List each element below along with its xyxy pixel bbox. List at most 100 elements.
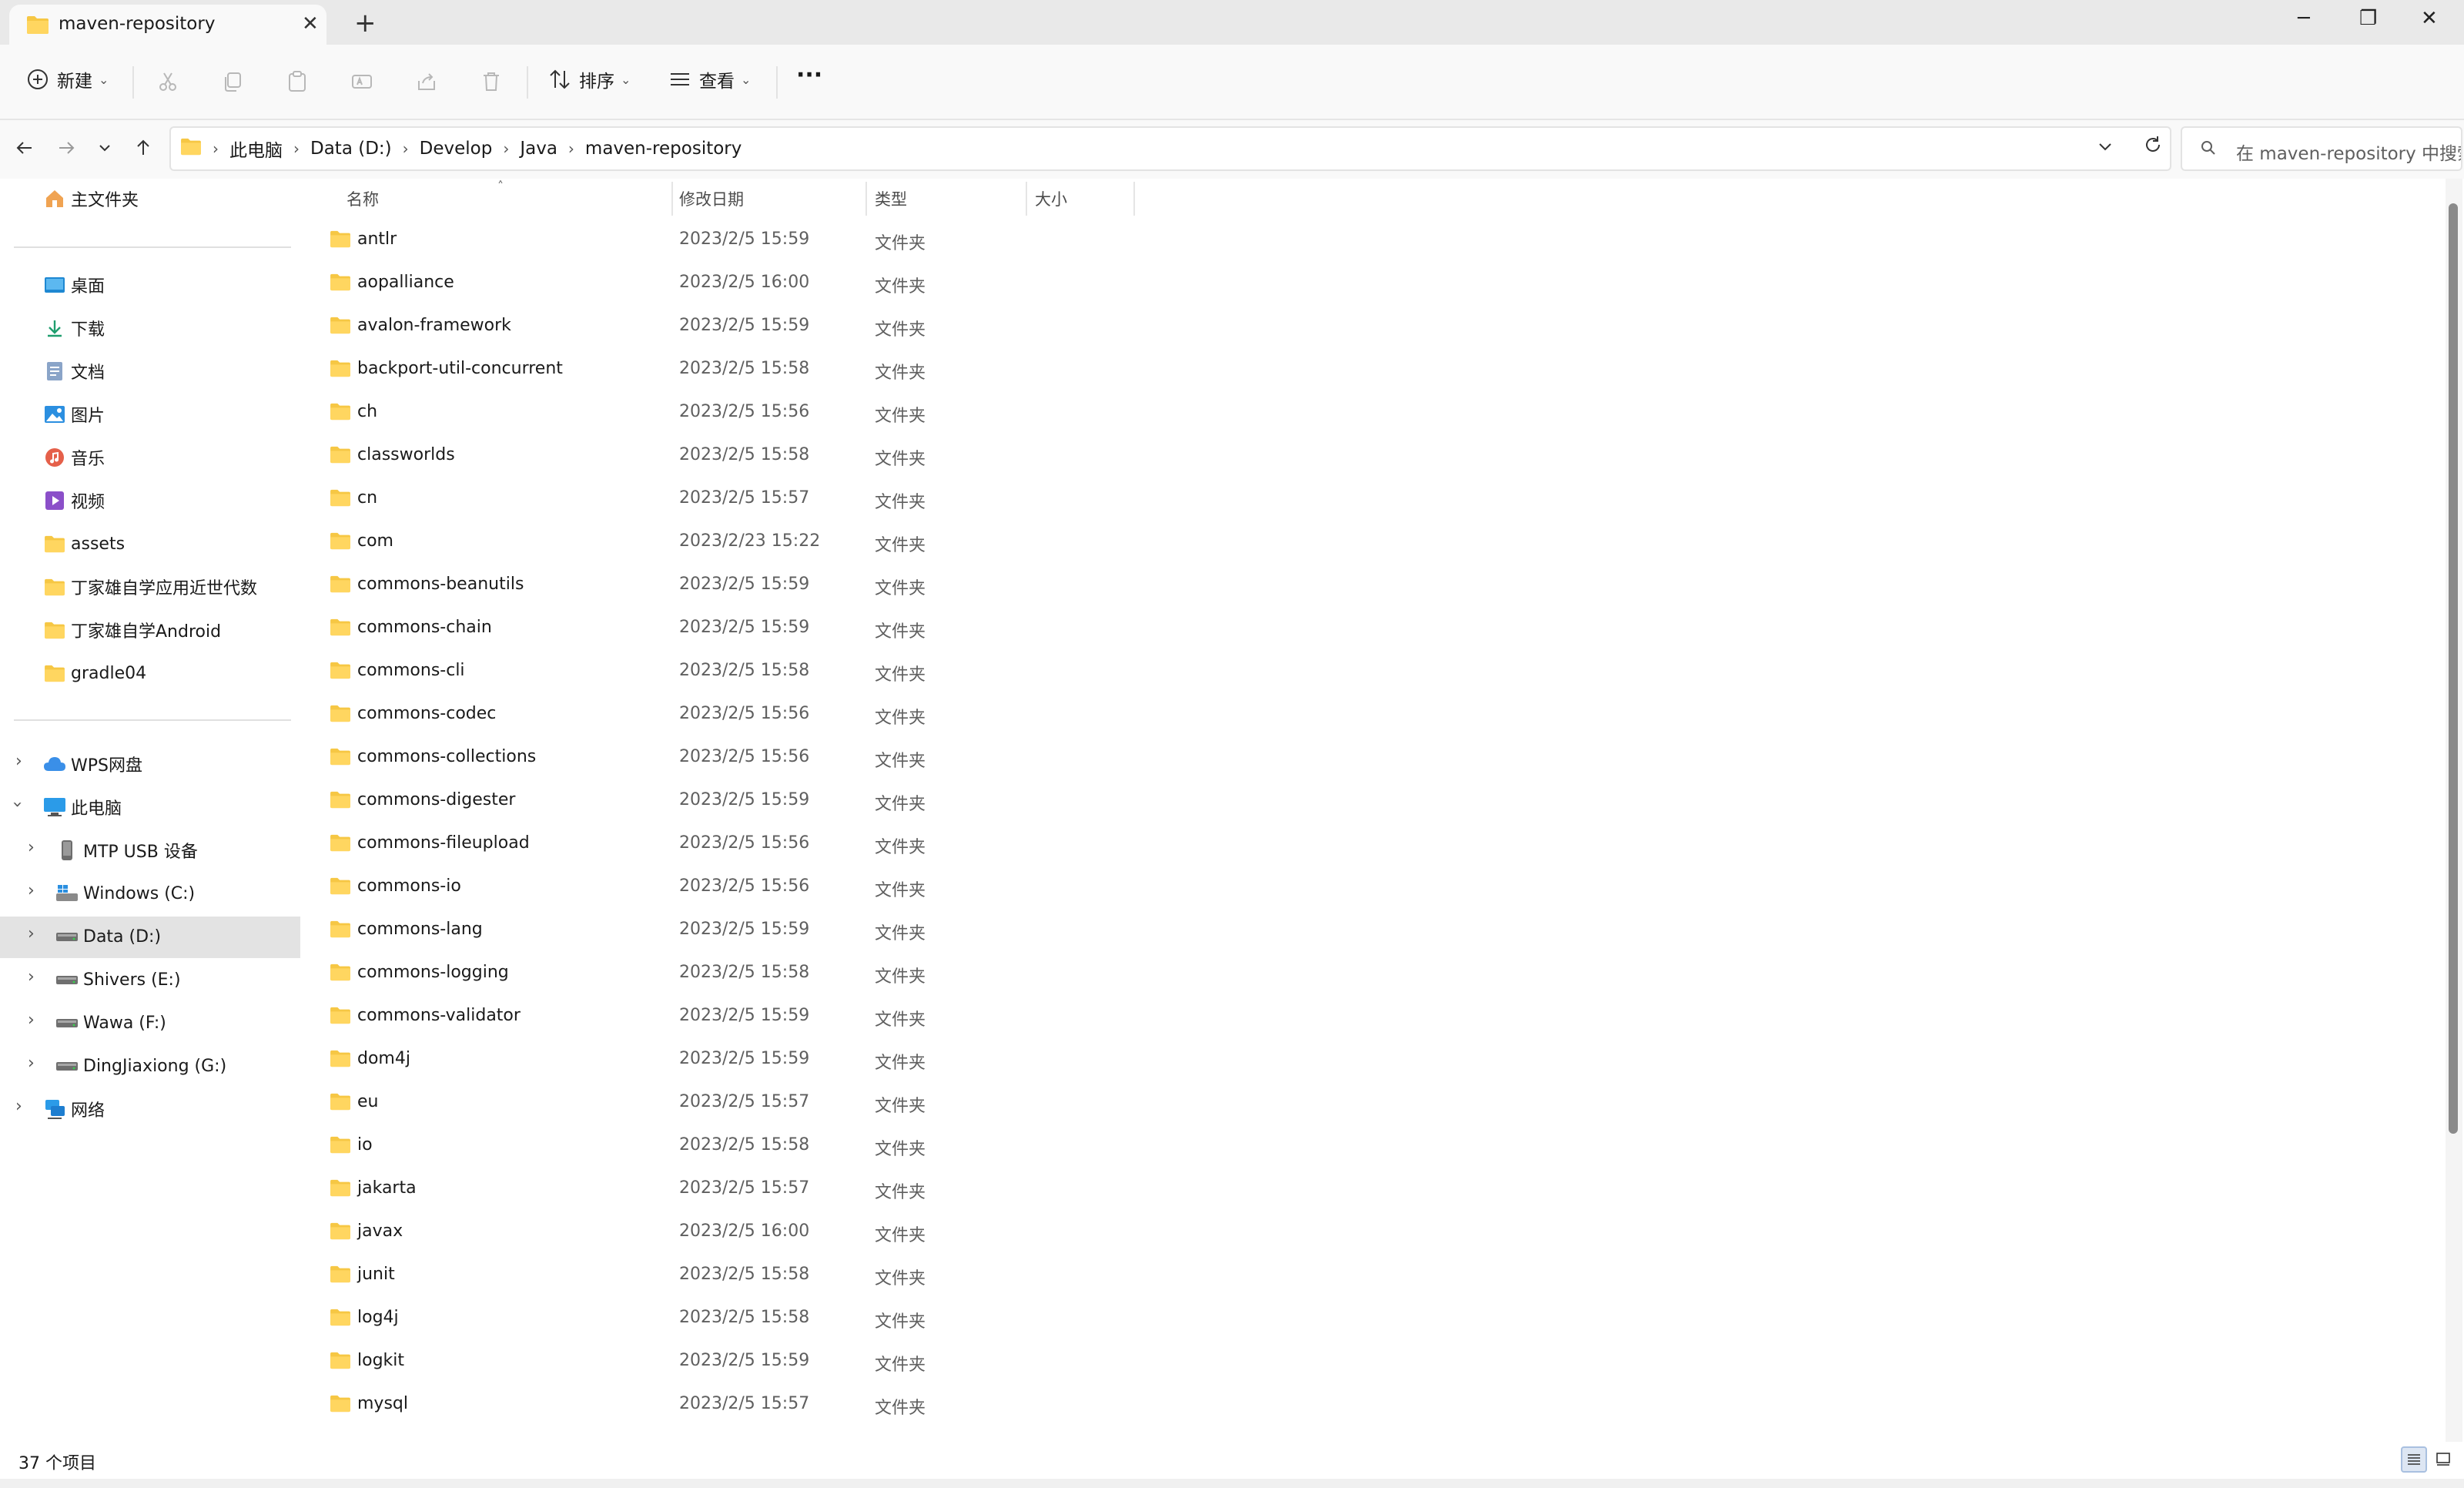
file-name[interactable]: commons-beanutils [357, 575, 524, 594]
expand-chevron-icon[interactable]: › [15, 752, 22, 771]
sidebar-item-dingjiaxiong-g[interactable]: DingJiaxiong (G:) [55, 1046, 226, 1086]
column-header-size[interactable]: 大小 [1035, 179, 1067, 219]
recent-locations-button[interactable] [91, 134, 119, 162]
table-row[interactable]: com 2023/2/23 15:22 文件夹 [303, 521, 1120, 564]
table-row[interactable]: commons-fileupload 2023/2/5 15:56 文件夹 [303, 823, 1120, 866]
file-name[interactable]: commons-collections [357, 747, 536, 766]
tab-maven-repository[interactable]: maven-repository ✕ [9, 5, 326, 45]
expand-chevron-icon[interactable]: › [28, 924, 35, 943]
expand-chevron-icon[interactable]: › [15, 1097, 22, 1116]
sidebar-item-gradle04[interactable]: gradle04 [43, 653, 146, 693]
sidebar-item-folder[interactable]: 丁家雄自学应用近世代数 [43, 567, 257, 607]
table-row[interactable]: backport-util-concurrent 2023/2/5 15:58 文件… [303, 348, 1120, 391]
table-row[interactable]: commons-io 2023/2/5 15:56 文件夹 [303, 866, 1120, 909]
breadcrumb-data-drive[interactable]: Data (D:) [310, 139, 392, 159]
sidebar-item-shivers-e[interactable]: Shivers (E:) [55, 960, 181, 1000]
file-name[interactable]: avalon-framework [357, 316, 511, 335]
file-name[interactable]: cn [357, 488, 377, 508]
file-name[interactable]: backport-util-concurrent [357, 359, 563, 378]
expand-chevron-icon[interactable]: › [28, 967, 35, 987]
file-name[interactable]: commons-chain [357, 618, 492, 637]
file-name[interactable]: commons-cli [357, 661, 465, 680]
table-row[interactable]: javax 2023/2/5 16:00 文件夹 [303, 1211, 1120, 1254]
table-row[interactable]: aopalliance 2023/2/5 16:00 文件夹 [303, 262, 1120, 305]
sidebar-item-desktop[interactable]: 桌面 [43, 265, 336, 305]
sidebar-item-this-pc[interactable]: 此电脑 [43, 787, 122, 827]
breadcrumb-maven-repository[interactable]: maven-repository [585, 139, 742, 159]
file-name[interactable]: junit [357, 1265, 395, 1284]
scrollbar-thumb[interactable] [2449, 203, 2458, 1134]
table-row[interactable]: classworlds 2023/2/5 15:58 文件夹 [303, 434, 1120, 478]
column-resize-handle[interactable] [865, 182, 867, 216]
file-name[interactable]: commons-lang [357, 920, 483, 939]
table-row[interactable]: cn 2023/2/5 15:57 文件夹 [303, 478, 1120, 521]
sidebar-item-data-d[interactable]: Data (D:) [55, 917, 161, 957]
file-name[interactable]: com [357, 531, 393, 551]
file-name[interactable]: dom4j [357, 1049, 410, 1068]
file-name[interactable]: logkit [357, 1351, 404, 1370]
sidebar-item-music[interactable]: 音乐 [43, 437, 336, 478]
delete-icon[interactable] [477, 68, 505, 96]
table-row[interactable]: commons-validator 2023/2/5 15:59 文件夹 [303, 995, 1120, 1038]
share-icon[interactable] [413, 68, 440, 96]
breadcrumb-this-pc[interactable]: 此电脑 [229, 136, 283, 162]
table-row[interactable]: commons-lang 2023/2/5 15:59 文件夹 [303, 909, 1120, 952]
tab-close-icon[interactable]: ✕ [302, 12, 319, 35]
table-row[interactable]: io 2023/2/5 15:58 文件夹 [303, 1124, 1120, 1168]
details-view-button[interactable] [2401, 1446, 2427, 1473]
address-bar[interactable]: › 此电脑 › Data (D:) › Develop › Java › mav… [169, 126, 2171, 171]
large-icons-view-button[interactable] [2430, 1446, 2456, 1473]
cut-icon[interactable] [154, 68, 182, 96]
table-row[interactable]: commons-logging 2023/2/5 15:58 文件夹 [303, 952, 1120, 995]
restore-button[interactable]: ❐ [2359, 3, 2377, 34]
minimize-button[interactable]: ─ [2298, 3, 2310, 34]
close-button[interactable]: ✕ [2421, 3, 2438, 34]
back-button[interactable] [11, 134, 38, 162]
table-row[interactable]: commons-chain 2023/2/5 15:59 文件夹 [303, 607, 1120, 650]
sidebar-item-videos[interactable]: 视频 [43, 481, 336, 521]
sidebar-item-assets[interactable]: assets [43, 524, 125, 564]
sidebar-item-downloads[interactable]: 下载 [43, 308, 336, 348]
file-name[interactable]: antlr [357, 230, 397, 249]
table-row[interactable]: commons-codec 2023/2/5 15:56 文件夹 [303, 693, 1120, 736]
table-row[interactable]: antlr 2023/2/5 15:59 文件夹 [303, 219, 1120, 262]
collapse-chevron-icon[interactable]: › [8, 801, 27, 808]
sidebar-item-home[interactable]: 主文件夹 [43, 179, 139, 219]
sidebar-item-network[interactable]: 网络 [43, 1089, 105, 1129]
sidebar-item-mtp-usb[interactable]: MTP USB 设备 [55, 830, 198, 870]
file-name[interactable]: classworlds [357, 445, 455, 464]
forward-button[interactable] [52, 134, 80, 162]
expand-chevron-icon[interactable]: › [28, 1010, 35, 1030]
column-resize-handle[interactable] [1133, 182, 1135, 216]
column-resize-handle[interactable] [1026, 182, 1027, 216]
file-name[interactable]: commons-digester [357, 790, 515, 809]
refresh-button[interactable] [2142, 134, 2164, 161]
breadcrumb-separator[interactable]: › [403, 139, 409, 158]
file-name[interactable]: jakarta [357, 1178, 417, 1198]
search-input[interactable]: 在 maven-repository 中搜索 [2181, 126, 2462, 171]
file-name[interactable]: mysql [357, 1394, 408, 1413]
table-row[interactable]: log4j 2023/2/5 15:58 文件夹 [303, 1297, 1120, 1340]
table-row[interactable]: ch 2023/2/5 15:56 文件夹 [303, 391, 1120, 434]
copy-icon[interactable] [219, 68, 246, 96]
sidebar-item-windows-c[interactable]: Windows (C:) [55, 873, 195, 913]
file-name[interactable]: eu [357, 1092, 378, 1111]
breadcrumb-develop[interactable]: Develop [420, 139, 493, 159]
paste-icon[interactable] [283, 68, 311, 96]
breadcrumb-separator[interactable]: › [568, 139, 574, 158]
column-header-name[interactable]: 名称 [346, 179, 379, 219]
expand-chevron-icon[interactable]: › [28, 1054, 35, 1073]
table-row[interactable]: commons-cli 2023/2/5 15:58 文件夹 [303, 650, 1120, 693]
expand-chevron-icon[interactable]: › [28, 838, 35, 857]
table-row[interactable]: logkit 2023/2/5 15:59 文件夹 [303, 1340, 1120, 1383]
table-row[interactable]: mysql 2023/2/5 15:57 文件夹 [303, 1383, 1120, 1426]
column-header-date[interactable]: 修改日期 [679, 179, 744, 219]
sidebar-item-folder[interactable]: 丁家雄自学Android [43, 610, 221, 650]
sidebar-item-wawa-f[interactable]: Wawa (F:) [55, 1003, 166, 1043]
breadcrumb-separator[interactable]: › [293, 139, 300, 158]
file-name[interactable]: io [357, 1135, 373, 1155]
new-button[interactable]: 新建 ⌄ [26, 66, 109, 92]
file-name[interactable]: aopalliance [357, 273, 454, 292]
column-resize-handle[interactable] [671, 182, 673, 216]
sort-button[interactable]: 排序 ⌄ [548, 66, 631, 92]
